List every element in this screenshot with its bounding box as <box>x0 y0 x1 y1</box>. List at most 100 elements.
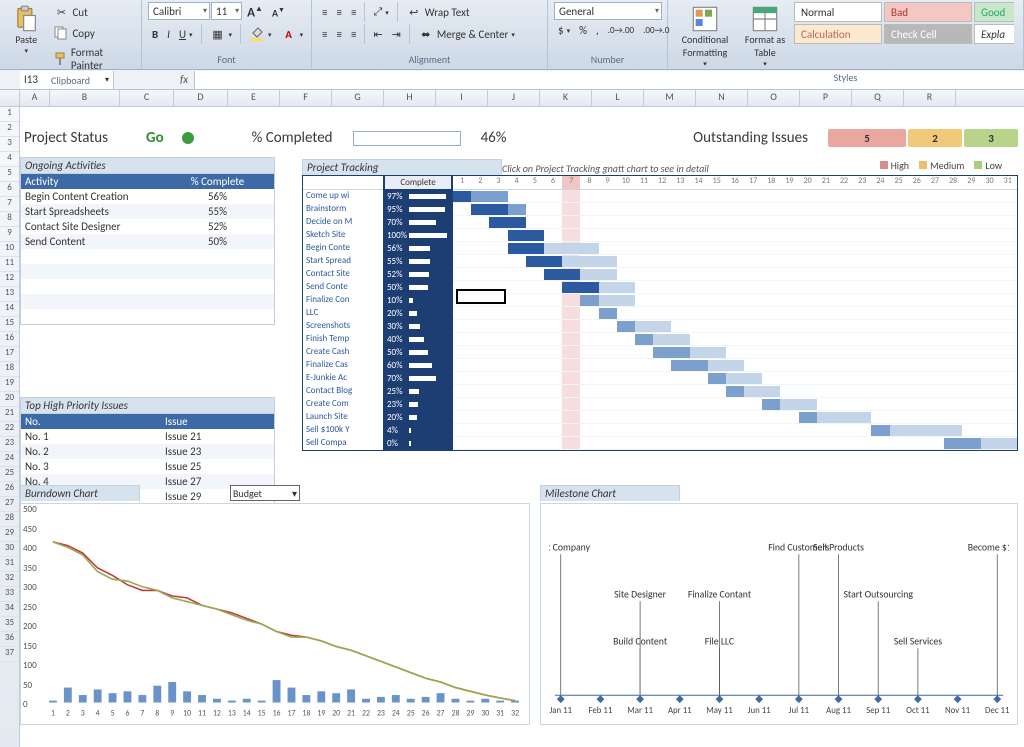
wrap-text-button[interactable]: ↩Wrap Text <box>402 2 474 22</box>
font-size-combo[interactable]: 11 <box>211 2 242 20</box>
orientation-button[interactable]: ⤢▾ <box>369 2 392 22</box>
increase-decimal-button[interactable]: .0→.00 <box>604 22 638 39</box>
svg-text:25: 25 <box>407 709 415 718</box>
svg-text:Apr 11: Apr 11 <box>668 706 692 716</box>
gantt-task-label: Sell $100k Y <box>303 424 383 437</box>
svg-text:28: 28 <box>451 709 459 718</box>
percent-button[interactable]: % <box>575 22 591 39</box>
paste-button[interactable]: Paste▾ <box>6 2 46 58</box>
copy-button[interactable]: Copy <box>49 23 135 43</box>
svg-text:32: 32 <box>511 709 519 718</box>
ongoing-title: Ongoing Activities <box>20 157 275 173</box>
style-calculation[interactable]: Calculation <box>794 24 882 44</box>
svg-text:Finalize Contant: Finalize Contant <box>688 588 752 600</box>
bold-button[interactable]: B <box>148 24 162 44</box>
style-bad[interactable]: Bad <box>884 2 972 22</box>
align-right-button[interactable]: ≡ <box>347 24 360 44</box>
svg-text:23: 23 <box>377 709 385 718</box>
align-left-button[interactable]: ≡ <box>318 24 331 44</box>
style-normal[interactable]: Normal <box>794 2 882 22</box>
svg-text:29: 29 <box>466 709 474 718</box>
svg-text:16: 16 <box>273 709 281 718</box>
align-bottom-button[interactable]: ≡ <box>347 2 360 22</box>
svg-text:20: 20 <box>332 709 340 718</box>
style-explanatory[interactable]: Expla <box>974 24 1014 44</box>
paintbrush-icon <box>53 51 67 67</box>
row-headers[interactable]: 1234567891011121314151617181920212223242… <box>0 107 20 747</box>
milestone-chart: Jan 11Feb 11Mar 11Apr 11May 11Jun 11Jul … <box>540 503 1018 725</box>
svg-text:Jan 11: Jan 11 <box>549 706 572 716</box>
number-format-combo[interactable]: General <box>554 2 662 20</box>
table-row: Start Spreadsheets55% <box>21 204 274 219</box>
gantt-complete-cell: 30% <box>385 320 451 333</box>
borders-button[interactable]: ▦▾ <box>206 24 237 44</box>
pct-completed-label: % Completed <box>252 129 333 147</box>
svg-text:File LLC: File LLC <box>705 635 735 647</box>
worksheet[interactable]: Project Status Go % Completed 46% Outsta… <box>20 107 1024 747</box>
currency-button[interactable]: $▾ <box>554 22 574 39</box>
gantt-complete-cell: 0% <box>385 437 451 450</box>
milestone-title: Milestone Chart <box>540 485 680 501</box>
gantt-chart[interactable]: Come up wiBrainstormDecide on MSketch Si… <box>302 175 1018 451</box>
underline-button[interactable]: U▾ <box>175 24 197 44</box>
gantt-task-label: Brainstorm <box>303 203 383 216</box>
format-as-table-button[interactable]: Format as Table▾ <box>739 2 791 71</box>
svg-text:Build Content: Build Content <box>613 635 668 647</box>
font-name-combo[interactable]: Calibri <box>148 2 210 20</box>
gantt-task-label: E-Junkie Ac <box>303 372 383 385</box>
gantt-complete-cell: 4% <box>385 424 451 437</box>
svg-text:Jun 11: Jun 11 <box>748 706 771 716</box>
gantt-task-label: Contact Site <box>303 268 383 281</box>
scissors-icon: ✂ <box>53 4 69 20</box>
svg-text:1: 1 <box>51 709 55 718</box>
grow-font-button[interactable]: A▲ <box>243 2 267 22</box>
table-row: Send Content50% <box>21 234 274 249</box>
svg-text:2: 2 <box>66 709 70 718</box>
issue-pill: 3 <box>964 129 1018 147</box>
svg-text:27: 27 <box>437 709 445 718</box>
complete-header: Complete <box>385 176 451 190</box>
fx-icon[interactable]: fx <box>174 73 194 86</box>
gantt-task-label: Create Cash <box>303 346 383 359</box>
svg-text:Sell Services: Sell Services <box>894 635 943 647</box>
merge-icon: ⬌ <box>418 26 434 42</box>
style-check-cell[interactable]: Check Cell <box>884 24 972 44</box>
comma-button[interactable]: , <box>592 22 603 39</box>
tracking-title: Project Tracking <box>302 159 502 175</box>
format-painter-button[interactable]: Format Painter <box>49 44 135 74</box>
gantt-task-label: Send Conte <box>303 281 383 294</box>
burndown-select[interactable]: Budget▾ <box>230 485 300 501</box>
align-top-button[interactable]: ≡ <box>318 2 331 22</box>
gantt-complete-cell: 20% <box>385 307 451 320</box>
gantt-complete-cell: 50% <box>385 346 451 359</box>
issue-pill: 5 <box>828 129 906 147</box>
svg-text:26: 26 <box>422 709 430 718</box>
font-color-icon: A <box>281 26 297 42</box>
gantt-task-label: Finalize Cas <box>303 359 383 372</box>
font-color-button[interactable]: A▾ <box>277 24 308 44</box>
increase-indent-button[interactable]: ⇥ <box>388 24 405 44</box>
fill-color-button[interactable]: ▾ <box>245 24 276 44</box>
select-all-corner[interactable] <box>0 90 20 107</box>
burndown-chart: 1234567891011121314151617181920212223242… <box>20 503 530 725</box>
svg-text:4: 4 <box>96 709 100 718</box>
shrink-font-button[interactable]: A▼ <box>268 2 289 22</box>
decrease-indent-button[interactable]: ⇤ <box>369 24 386 44</box>
style-good[interactable]: Good <box>974 2 1014 22</box>
align-center-button[interactable]: ≡ <box>332 24 345 44</box>
project-status-label: Project Status <box>24 129 108 147</box>
svg-text:Site Designer: Site Designer <box>614 588 666 600</box>
cut-button[interactable]: ✂Cut <box>49 2 135 22</box>
svg-text:11: 11 <box>198 709 206 718</box>
align-middle-button[interactable]: ≡ <box>332 2 345 22</box>
conditional-formatting-button[interactable]: Conditional Formatting▾ <box>674 2 736 71</box>
svg-text:3: 3 <box>81 709 85 718</box>
gantt-complete-cell: 40% <box>385 333 451 346</box>
svg-text:Sep 11: Sep 11 <box>866 706 890 716</box>
table-row: Begin Content Creation56% <box>21 189 274 204</box>
column-headers[interactable]: ABCDEFGHIJKLMNOPQR <box>20 90 1024 107</box>
status-dot-icon <box>182 132 194 144</box>
merge-center-button[interactable]: ⬌Merge & Center▾ <box>414 24 519 44</box>
italic-button[interactable]: I <box>163 24 174 44</box>
active-cell <box>456 289 506 304</box>
